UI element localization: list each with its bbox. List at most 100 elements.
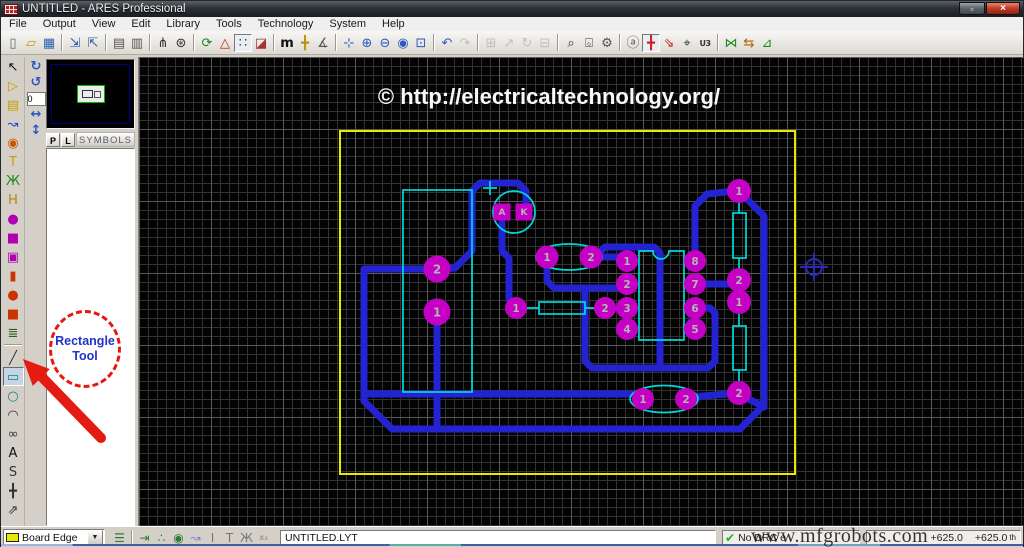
- copper-trace[interactable]: [691, 187, 739, 263]
- menu-technology[interactable]: Technology: [250, 17, 322, 31]
- zoom-in-button[interactable]: ⊕: [358, 34, 376, 52]
- netlist-import-button[interactable]: ⋔: [154, 34, 172, 52]
- save-layout-button[interactable]: ▦: [40, 34, 58, 52]
- false-origin-button[interactable]: ╋: [296, 34, 314, 52]
- copper-trace[interactable]: [364, 390, 647, 402]
- pcb-editor[interactable]: 2 1 A K 1 2 1 2 1 2 3 4 8 7 6 5 1 2 1 2 1 2 © http://electrica…: [138, 57, 1024, 526]
- pan-button[interactable]: ⊹: [340, 34, 358, 52]
- symbol-tool[interactable]: S: [3, 462, 24, 481]
- copyright-text[interactable]: © http://electricaltechnology.org/: [378, 84, 720, 109]
- export-section-button[interactable]: ⇱: [84, 34, 102, 52]
- package-mode[interactable]: ▤: [3, 95, 24, 114]
- menu-file[interactable]: File: [1, 17, 35, 31]
- menu-view[interactable]: View: [84, 17, 124, 31]
- selection-tool[interactable]: ↖: [3, 57, 24, 76]
- connectivity-highlight[interactable]: H: [3, 190, 24, 209]
- toggle-grid-button[interactable]: ∷: [234, 33, 252, 52]
- block-rotate-button[interactable]: ↻: [518, 34, 536, 52]
- edge-pad[interactable]: ▮: [3, 266, 24, 285]
- verify-packaging-button[interactable]: ⚙: [598, 34, 616, 52]
- graph-generator-button[interactable]: ⊿: [758, 34, 776, 52]
- zone-mode[interactable]: T: [3, 152, 24, 171]
- vertical-mirror[interactable]: ↕: [27, 123, 45, 139]
- auto-router-button[interactable]: ⇆: [740, 34, 758, 52]
- copper-trace[interactable]: [435, 179, 530, 273]
- angle-input[interactable]: [26, 92, 46, 106]
- design-rule-check-button[interactable]: △: [216, 34, 234, 52]
- design-overview[interactable]: [46, 59, 135, 129]
- app-window: UNTITLED - ARES Professional ▫ × File Out…: [0, 0, 1024, 547]
- pick-button[interactable]: P: [46, 132, 60, 147]
- orientation-toolbar: ↻↺ ↔↕: [26, 59, 46, 139]
- block-copy-button[interactable]: ⊞: [482, 34, 500, 52]
- menu-output[interactable]: Output: [35, 17, 84, 31]
- copper-trace[interactable]: [498, 218, 519, 310]
- dimension-tool[interactable]: ⇗: [3, 500, 24, 519]
- round-pad[interactable]: ●: [3, 209, 24, 228]
- circular-smd-pad[interactable]: ●: [3, 285, 24, 304]
- symbols-title: SYMBOLS: [76, 132, 135, 147]
- undo-button[interactable]: ↶: [438, 34, 456, 52]
- print-layout-button[interactable]: ▤: [110, 34, 128, 52]
- redo-button[interactable]: ↷: [456, 34, 474, 52]
- toolbar-separator: [433, 34, 435, 51]
- auto-name-generator-button[interactable]: ⓐ: [624, 34, 642, 52]
- via-mode[interactable]: ◉: [3, 133, 24, 152]
- metric-toggle-button[interactable]: m: [278, 34, 296, 52]
- padstack[interactable]: ≣: [3, 323, 24, 342]
- arc-tool[interactable]: ◠: [3, 405, 24, 424]
- circle-tool[interactable]: ○: [3, 386, 24, 405]
- restore-button[interactable]: ▫: [959, 2, 985, 15]
- window-title: UNTITLED - ARES Professional: [22, 3, 186, 15]
- layer-selector-dropdown[interactable]: ▼: [87, 530, 103, 545]
- rotate-clockwise[interactable]: ↻: [27, 59, 45, 75]
- zoom-area-button[interactable]: ⊡: [412, 34, 430, 52]
- text-tool[interactable]: A: [3, 443, 24, 462]
- menu-system[interactable]: System: [321, 17, 374, 31]
- pcb-canvas[interactable]: 2 1 A K 1 2 1 2 1 2 3 4 8 7 6 5 1 2 1 2 1 2 © http://electrica…: [139, 57, 1024, 526]
- library-button[interactable]: L: [61, 132, 75, 147]
- new-layout-button[interactable]: ▯: [4, 34, 22, 52]
- rectangle-tool[interactable]: ▭: [2, 367, 24, 386]
- title-bar[interactable]: UNTITLED - ARES Professional ▫ ×: [1, 1, 1023, 17]
- block-move-button[interactable]: ↗: [500, 34, 518, 52]
- pad-label: 1: [433, 305, 441, 319]
- make-package-button[interactable]: ⌺: [580, 34, 598, 52]
- auto-track-necking-button[interactable]: ⇘: [660, 34, 678, 52]
- marker-tool[interactable]: ╋: [3, 481, 24, 500]
- menu-tools[interactable]: Tools: [208, 17, 250, 31]
- block-delete-button[interactable]: ⊟: [536, 34, 554, 52]
- track-mode[interactable]: ↝: [3, 114, 24, 133]
- import-section-button[interactable]: ⇲: [66, 34, 84, 52]
- zoom-out-button[interactable]: ⊖: [376, 34, 394, 52]
- rect-smd-pad[interactable]: ■: [3, 304, 24, 323]
- line-tool[interactable]: ╱: [3, 348, 24, 367]
- menu-edit[interactable]: Edit: [123, 17, 158, 31]
- trace-angle-lock-button[interactable]: ╋: [642, 33, 660, 52]
- component-renumber-button[interactable]: U3: [696, 34, 714, 52]
- rotate-anticlockwise[interactable]: ↺: [27, 75, 45, 91]
- menu-library[interactable]: Library: [158, 17, 208, 31]
- pick-packages-button[interactable]: ⌕: [562, 34, 580, 52]
- toolbar-separator: [61, 34, 63, 51]
- silkscreen-outline[interactable]: [732, 212, 747, 259]
- dil-pad[interactable]: ▣: [3, 247, 24, 266]
- redraw-button[interactable]: ⟳: [198, 34, 216, 52]
- closed-path-tool[interactable]: ∞: [3, 424, 24, 443]
- open-layout-button[interactable]: ▱: [22, 34, 40, 52]
- ratsnest-recalculate-button[interactable]: ⋈: [722, 34, 740, 52]
- set-output-area-button[interactable]: ▥: [128, 34, 146, 52]
- silkscreen-outline[interactable]: [538, 301, 586, 315]
- close-button[interactable]: ×: [986, 2, 1020, 15]
- zoom-all-button[interactable]: ◉: [394, 34, 412, 52]
- silkscreen-outline[interactable]: [732, 325, 747, 371]
- search-and-tag-button[interactable]: ⌖: [678, 34, 696, 52]
- horizontal-mirror[interactable]: ↔: [27, 107, 45, 123]
- square-pad[interactable]: ■: [3, 228, 24, 247]
- flip-board-button[interactable]: ◪: [252, 34, 270, 52]
- backannotate-button[interactable]: ⊛: [172, 34, 190, 52]
- menu-help[interactable]: Help: [374, 17, 413, 31]
- component-mode[interactable]: ▷: [3, 76, 24, 95]
- ratsnest-mode[interactable]: Ж: [3, 171, 24, 190]
- polar-cursor-button[interactable]: ∡: [314, 34, 332, 52]
